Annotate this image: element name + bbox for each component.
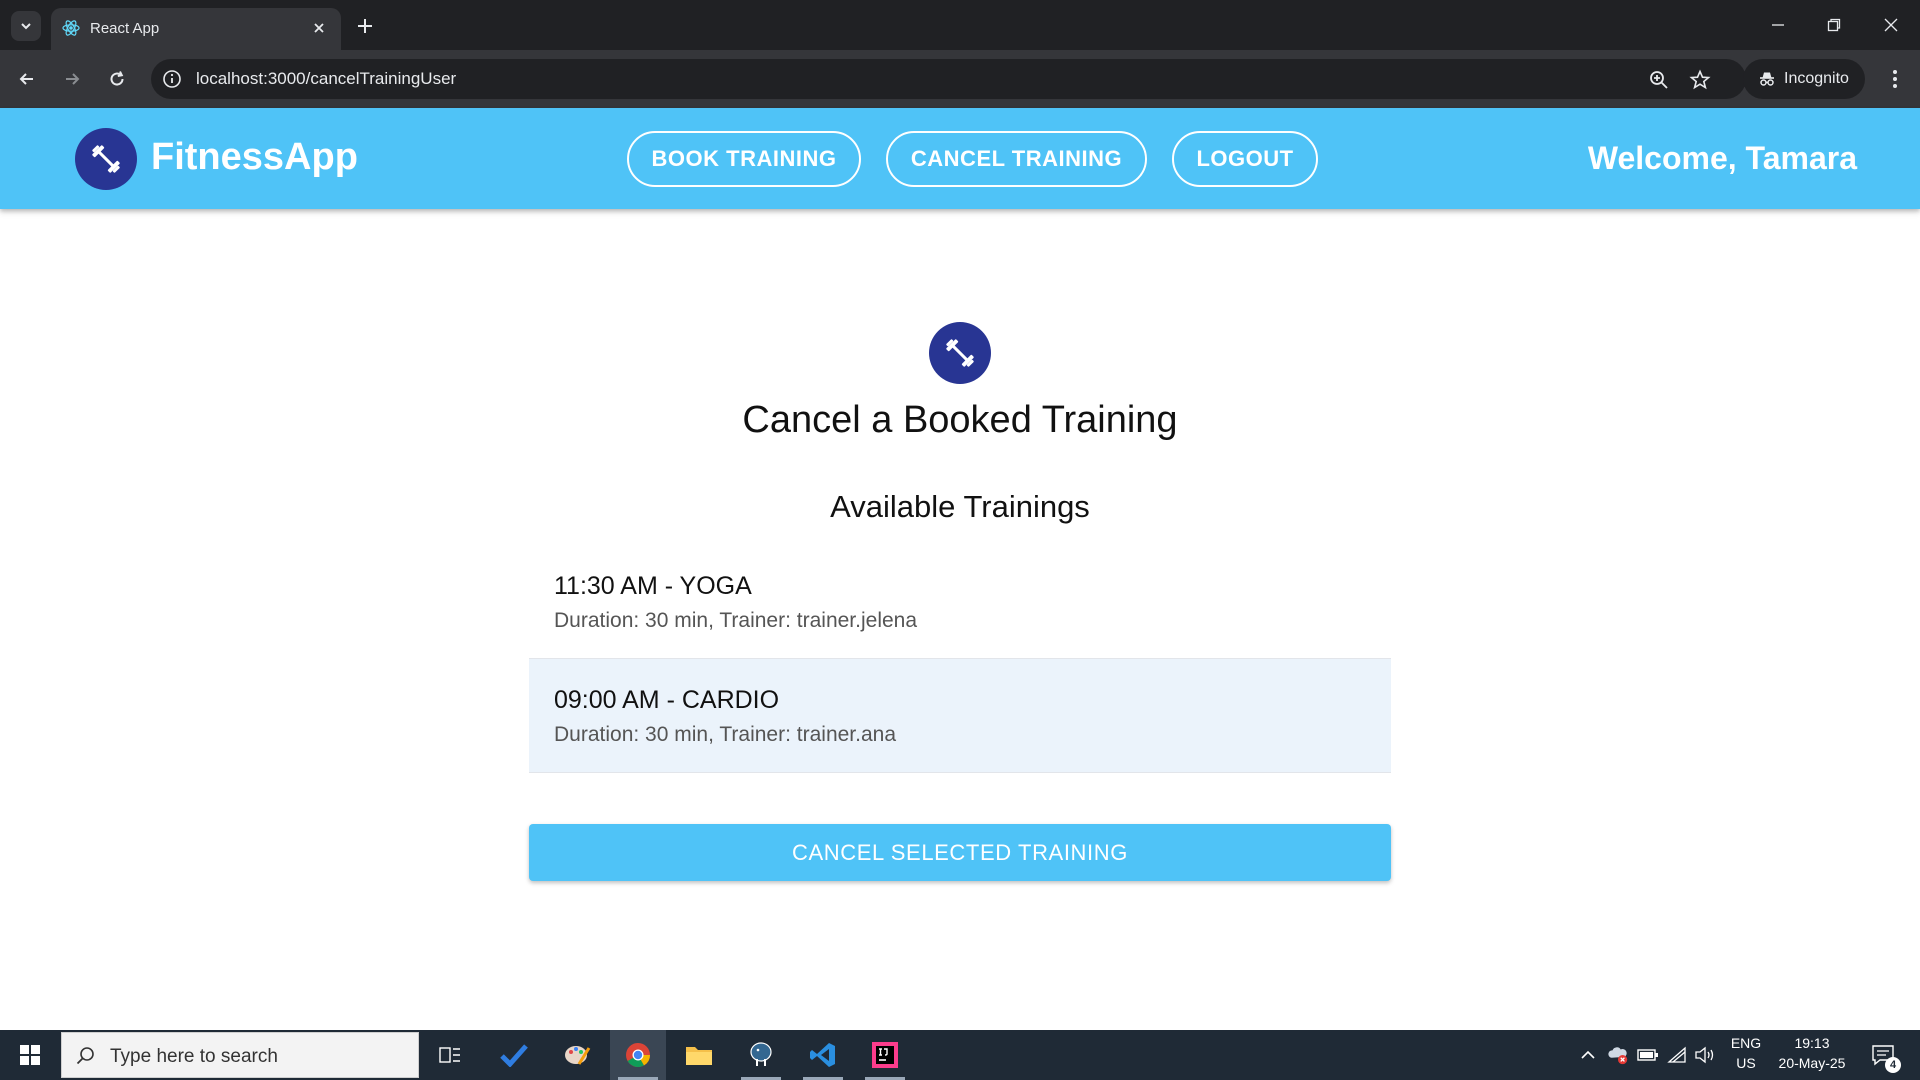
onedrive-tray[interactable] — [1607, 1044, 1629, 1066]
tab-search-button[interactable] — [11, 11, 41, 41]
training-item-cardio[interactable]: 09:00 AM - CARDIO Duration: 30 min, Trai… — [529, 659, 1391, 773]
training-item-yoga[interactable]: 11:30 AM - YOGA Duration: 30 min, Traine… — [529, 545, 1391, 659]
wifi-icon — [1667, 1046, 1686, 1063]
close-icon[interactable] — [309, 18, 329, 38]
page-icon — [929, 322, 991, 384]
postgresql-app[interactable] — [733, 1030, 789, 1080]
react-icon — [62, 20, 80, 36]
chrome-app[interactable] — [610, 1030, 666, 1080]
os-taskbar: Type here to search ENG US 19:13 20-May-… — [0, 1030, 1920, 1080]
taskbar-search[interactable]: Type here to search — [61, 1032, 419, 1078]
reload-icon — [110, 71, 124, 86]
notification-count-badge: 4 — [1885, 1057, 1901, 1073]
arrow-left-icon — [19, 73, 33, 85]
file-explorer-app[interactable] — [671, 1030, 727, 1080]
search-icon — [76, 1047, 94, 1065]
incognito-label: Incognito — [1784, 70, 1849, 87]
url-text[interactable]: localhost:3000/cancelTrainingUser — [196, 69, 456, 89]
restore-button[interactable] — [1819, 12, 1849, 38]
start-button[interactable] — [0, 1030, 60, 1080]
back-button[interactable] — [12, 64, 42, 94]
book-training-button[interactable]: BOOK TRAINING — [627, 131, 861, 187]
minimize-button[interactable] — [1763, 12, 1793, 38]
vscode-icon — [810, 1043, 835, 1067]
forward-button[interactable] — [57, 64, 87, 94]
browser-tab-bar: React App — [0, 0, 1920, 50]
cancel-training-button[interactable]: CANCEL TRAINING — [886, 131, 1147, 187]
language-code: ENG — [1730, 1035, 1762, 1051]
chrome-icon — [626, 1043, 650, 1068]
cloud-error-icon — [1608, 1047, 1628, 1065]
incognito-indicator[interactable]: Incognito — [1743, 59, 1865, 99]
tab-title: React App — [90, 20, 160, 37]
clock-time: 19:13 — [1794, 1035, 1830, 1051]
keyboard-region: US — [1736, 1055, 1756, 1071]
vscode-app[interactable] — [795, 1030, 851, 1080]
page-title: Cancel a Booked Training — [742, 399, 1178, 441]
windows-icon — [20, 1045, 40, 1065]
battery-icon — [1637, 1049, 1658, 1061]
arrow-right-icon — [66, 73, 80, 85]
chevron-up-icon — [1581, 1050, 1595, 1059]
restore-icon — [1827, 18, 1841, 32]
app-header: FitnessApp BOOK TRAINING CANCEL TRAINING… — [0, 108, 1920, 209]
incognito-icon — [1760, 72, 1774, 86]
star-icon[interactable] — [1689, 69, 1711, 91]
more-vertical-icon — [1893, 70, 1897, 88]
close-icon — [1884, 18, 1898, 32]
palette-icon — [565, 1046, 591, 1065]
speaker-icon — [1695, 1046, 1714, 1064]
new-tab-icon[interactable] — [352, 13, 378, 39]
zoom-icon[interactable] — [1648, 69, 1670, 91]
network-tray[interactable] — [1666, 1044, 1688, 1066]
chevron-down-icon — [21, 23, 31, 30]
checkmark-icon — [500, 1044, 528, 1067]
browser-menu-button[interactable] — [1880, 64, 1910, 94]
task-view-button[interactable] — [422, 1030, 478, 1080]
close-window-button[interactable] — [1876, 12, 1906, 38]
show-hidden-icons-button[interactable] — [1577, 1044, 1599, 1066]
section-title: Available Trainings — [830, 489, 1090, 524]
training-time-type: 11:30 AM - YOGA — [554, 572, 752, 600]
dumbbell-icon — [946, 339, 974, 367]
dumbbell-icon — [92, 145, 120, 173]
task-view-icon — [439, 1047, 460, 1063]
search-placeholder: Type here to search — [110, 1046, 278, 1067]
address-bar[interactable]: localhost:3000/cancelTrainingUser — [151, 59, 1746, 99]
training-time-type: 09:00 AM - CARDIO — [554, 686, 780, 714]
cancel-selected-training-button[interactable]: CANCEL SELECTED TRAINING — [529, 824, 1391, 881]
elephant-icon — [750, 1042, 772, 1066]
training-details: Duration: 30 min, Trainer: trainer.jelen… — [554, 609, 918, 632]
browser-tab[interactable]: React App — [51, 8, 341, 50]
browser-toolbar: localhost:3000/cancelTrainingUser Incogn… — [0, 50, 1920, 108]
brand-name[interactable]: FitnessApp — [151, 136, 358, 179]
intellij-app[interactable] — [857, 1030, 913, 1080]
logout-button[interactable]: LOGOUT — [1172, 131, 1318, 187]
intellij-icon — [872, 1042, 898, 1068]
todo-app[interactable] — [486, 1030, 542, 1080]
info-icon[interactable] — [161, 68, 183, 90]
minimize-icon — [1772, 24, 1784, 26]
language-indicator[interactable]: ENG US — [1726, 1035, 1766, 1071]
battery-tray[interactable] — [1637, 1044, 1659, 1066]
clock-date: 20-May-25 — [1778, 1055, 1846, 1071]
paint-app[interactable] — [549, 1030, 605, 1080]
logo[interactable] — [75, 128, 137, 190]
welcome-message: Welcome, Tamara — [1587, 140, 1857, 176]
notification-center-button[interactable]: 4 — [1869, 1041, 1901, 1073]
training-list: 11:30 AM - YOGA Duration: 30 min, Traine… — [529, 545, 1391, 773]
reload-button[interactable] — [102, 64, 132, 94]
clock[interactable]: 19:13 20-May-25 — [1770, 1035, 1854, 1071]
training-details: Duration: 30 min, Trainer: trainer.ana — [554, 723, 897, 746]
folder-icon — [686, 1047, 712, 1065]
volume-tray[interactable] — [1694, 1044, 1716, 1066]
